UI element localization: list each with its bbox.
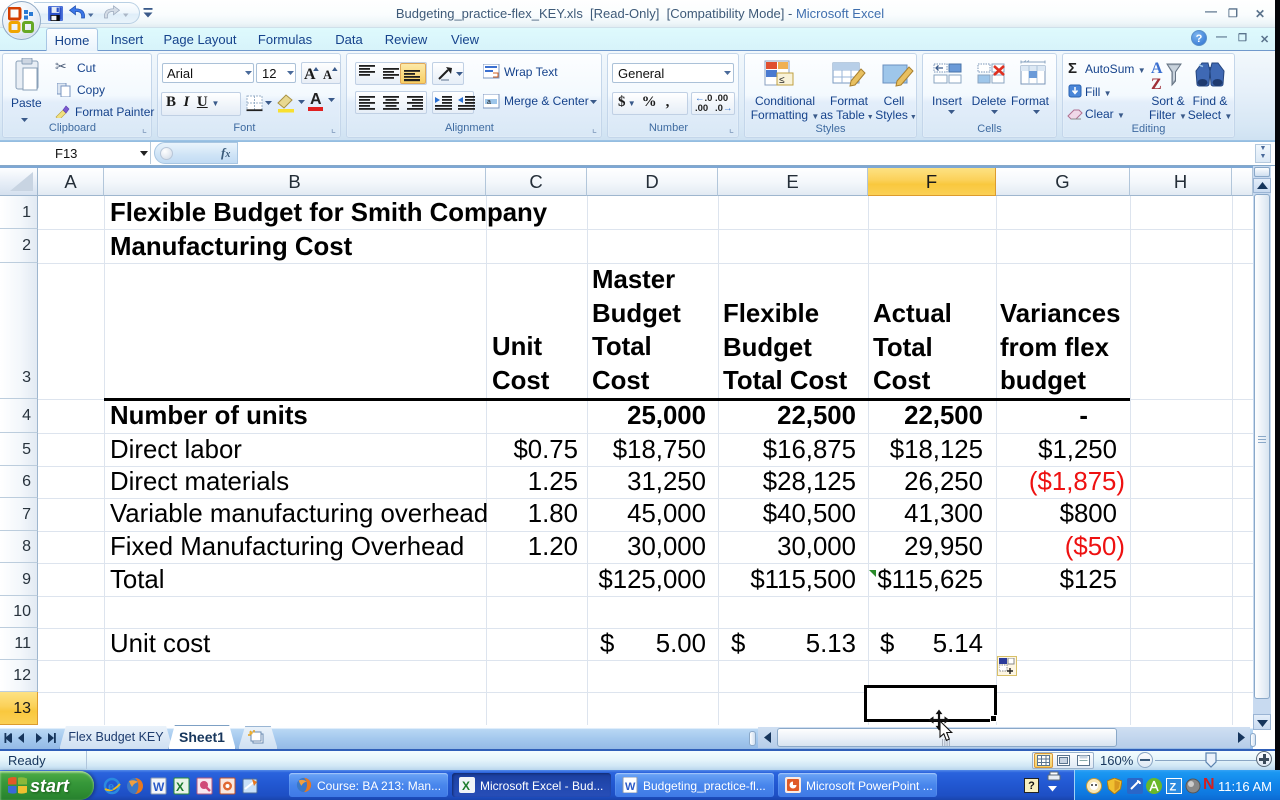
- svg-text:Z: Z: [1151, 76, 1162, 92]
- svg-text:W: W: [153, 780, 165, 794]
- svg-text:Z: Z: [1170, 782, 1177, 794]
- svg-text:W: W: [625, 781, 636, 793]
- svg-text:A: A: [304, 66, 316, 83]
- svg-text:A: A: [323, 68, 332, 82]
- svg-text:e: e: [108, 781, 114, 793]
- svg-text:a: a: [487, 99, 491, 106]
- svg-text:≤: ≤: [779, 75, 785, 86]
- svg-text:X: X: [462, 779, 470, 793]
- svg-text:A: A: [1151, 60, 1163, 77]
- svg-text:X: X: [176, 780, 184, 794]
